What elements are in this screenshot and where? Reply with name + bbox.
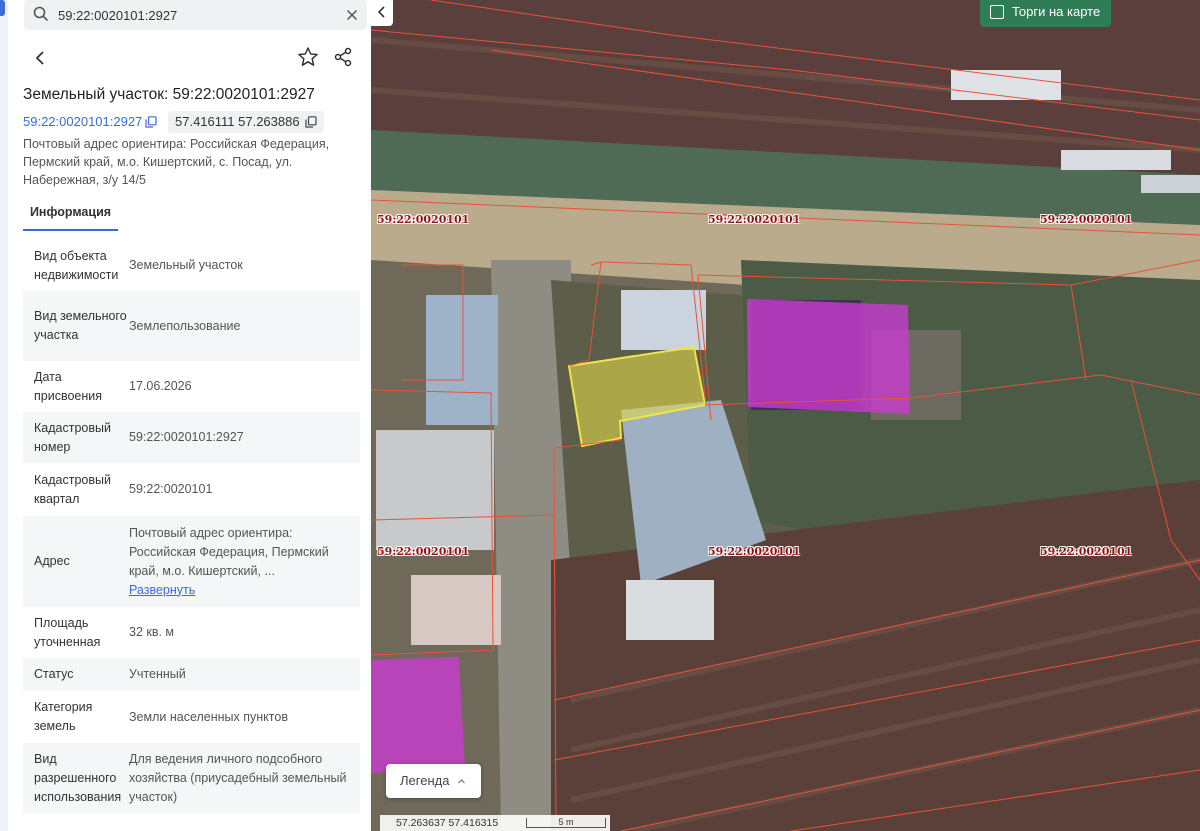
info-row: Кадастровый квартал 59:22:0020101 [23, 463, 360, 516]
info-row-value: 32 кв. м [129, 625, 175, 639]
postal-address: Почтовый адрес ориентира: Российская Фед… [23, 137, 330, 187]
info-row: Дата присвоения 17.06.2026 [23, 361, 360, 412]
cadastral-number-link[interactable]: 59:22:0020101:2927 [23, 114, 157, 129]
page-title: Земельный участок: 59:22:0020101:2927 [23, 86, 315, 103]
info-panel: Земельный участок: 59:22:0020101:2927 59… [8, 0, 371, 831]
search-input[interactable] [58, 0, 328, 30]
trades-toggle-label: Торги на карте [1012, 4, 1101, 19]
panel-header-actions [24, 44, 364, 72]
info-row: Вид объекта недвижимости Земельный участ… [23, 240, 360, 291]
satellite-imagery [371, 0, 1200, 831]
info-row-value: Почтовый адрес ориентира: Российская Фед… [129, 524, 360, 600]
quarter-label: 59:22:0020101 [708, 545, 801, 558]
info-row-value: 17.06.2026 [129, 379, 192, 393]
info-row-value: 59:22:0020101:2927 [129, 430, 244, 444]
info-row-value: Земельный участок [129, 258, 243, 272]
cadastral-map[interactable]: 59:22:0020101 59:22:0020101 59:22:002010… [371, 0, 1200, 831]
quarter-label: 59:22:0020101 [377, 213, 470, 226]
back-arrow-icon[interactable] [30, 48, 50, 68]
info-row-label: Площадь уточненная [34, 615, 101, 649]
close-icon[interactable] [343, 6, 361, 24]
info-row-label: Кадастровый квартал [34, 472, 111, 506]
quarter-label: 59:22:0020101 [1040, 545, 1133, 558]
info-row: Площадь уточненная 32 кв. м [23, 607, 360, 658]
map-status-bar: 57.263637 57.416315 5 m [380, 815, 610, 831]
info-row: Кадастровый номер 59:22:0020101:2927 [23, 412, 360, 463]
quarter-label: 59:22:0020101 [1040, 213, 1133, 226]
info-row-label: Вид разрешенного использования [34, 751, 122, 804]
info-row-value: 59:22:0020101 [129, 482, 213, 496]
quarter-label: 59:22:0020101 [377, 545, 470, 558]
info-row-label: Дата присвоения [34, 369, 103, 403]
search-bar[interactable] [24, 0, 367, 30]
cadastral-number-text: 59:22:0020101:2927 [23, 114, 143, 129]
chevron-up-icon [458, 779, 465, 784]
active-indicator [0, 0, 5, 16]
copy-icon[interactable] [145, 116, 157, 128]
copy-icon[interactable] [304, 116, 317, 128]
info-row-label: Статус [34, 667, 74, 681]
info-row-label: Вид объекта недвижимости [34, 248, 119, 282]
coordinates-chip[interactable]: 57.416111 57.263886 [168, 111, 324, 133]
chevron-left-icon [377, 6, 385, 18]
trades-on-map-toggle[interactable]: Торги на карте [980, 0, 1111, 27]
collapse-panel-button[interactable] [371, 0, 393, 26]
checkbox-icon[interactable] [990, 5, 1004, 19]
cursor-coordinates: 57.263637 57.416315 [396, 817, 499, 829]
legend-label: Легенда [400, 773, 450, 788]
info-row-label: Вид земельного участка [34, 309, 127, 342]
info-row-label: Кадастровый номер [34, 420, 111, 454]
coordinates-text: 57.416111 57.263886 [175, 114, 300, 129]
quarter-label: 59:22:0020101 [708, 213, 801, 226]
info-row-value: Землепользование [129, 318, 241, 333]
info-row: Категория земель Земли населенных пункто… [23, 691, 360, 743]
search-icon [33, 6, 49, 22]
info-row: Вид разрешенного использования Для веден… [23, 743, 360, 813]
star-icon[interactable] [296, 45, 320, 69]
tab-information[interactable]: Информация [23, 201, 118, 231]
expand-address-link[interactable]: Развернуть [129, 581, 352, 600]
info-row-value: Земли населенных пунктов [129, 709, 288, 724]
share-icon[interactable] [331, 45, 355, 69]
info-row-value: Для ведения личного подсобного хозяйства… [129, 751, 347, 804]
info-row: Вид земельного участка Землепользование [23, 291, 360, 361]
app-sidebar-edge [0, 0, 8, 831]
info-row-label: Адрес [34, 554, 70, 568]
info-row-value: Учтенный [129, 667, 186, 681]
legend-button[interactable]: Легенда [386, 764, 481, 798]
address-value: Почтовый адрес ориентира: Российская Фед… [129, 525, 329, 578]
scale-bar: 5 m [526, 818, 606, 828]
info-row: Статус Учтенный [23, 658, 360, 691]
info-row: Адрес Почтовый адрес ориентира: Российск… [23, 516, 360, 607]
info-row-label: Категория земель [34, 700, 93, 733]
